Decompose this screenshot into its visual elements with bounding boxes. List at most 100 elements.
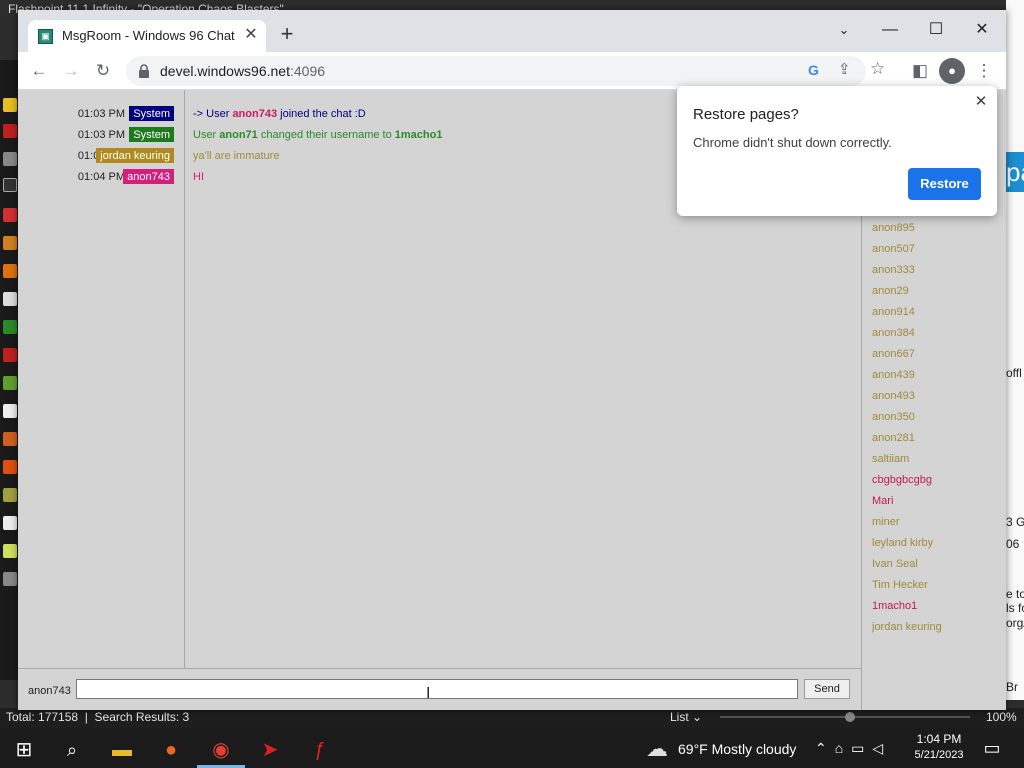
user-list-item[interactable]: Tim Hecker <box>872 579 928 591</box>
amazon-icon <box>3 178 17 192</box>
message-text-part: changed their username to <box>257 129 395 141</box>
tab-msgroom[interactable]: ▣ MsgRoom - Windows 96 Chat ✕ <box>28 20 266 52</box>
app-icon <box>3 124 17 138</box>
chrome-icon[interactable]: ◉ <box>197 732 245 768</box>
msgroom-favicon-icon: ▣ <box>38 29 53 44</box>
app-icon <box>3 460 17 474</box>
dialog-close-icon[interactable]: ✕ <box>971 92 991 112</box>
maximize-icon[interactable]: ☐ <box>919 16 953 44</box>
close-window-icon[interactable]: ✕ <box>965 16 999 44</box>
message-text-part: ya'll are immature <box>193 150 280 162</box>
share-icon[interactable]: ⇪ <box>838 60 851 78</box>
zoom-slider-knob[interactable] <box>845 712 855 722</box>
tab-search-icon[interactable]: ⌄ <box>827 16 861 44</box>
bookmark-star-icon[interactable]: ☆ <box>870 59 885 79</box>
file-explorer-icon[interactable]: ▬ <box>98 732 146 768</box>
app-icon <box>3 152 17 166</box>
reload-icon[interactable]: ↻ <box>90 58 116 84</box>
start-windows-icon[interactable]: ⊞ <box>0 732 48 768</box>
profile-avatar-icon[interactable]: ● <box>939 58 965 84</box>
background-text: offl <box>1006 366 1022 380</box>
message-text: HI <box>193 171 204 183</box>
new-tab-icon[interactable]: + <box>276 23 298 46</box>
user-list-item[interactable]: anon350 <box>872 411 915 423</box>
user-list-item[interactable]: cbgbgbcgbg <box>872 474 932 486</box>
taskbar: ⊞ ⌕ ▬ ● ◉ ➤ ƒ ☁ 69°F Mostly cloudy ⌃⌂▭◁ … <box>0 728 1024 768</box>
user-list-item[interactable]: anon667 <box>872 348 915 360</box>
view-select[interactable]: List ⌄ <box>670 710 702 724</box>
firefox-icon[interactable]: ● <box>147 732 195 768</box>
google-translate-icon[interactable]: G <box>808 62 819 78</box>
clock-time: 1:04 PM <box>916 732 962 746</box>
input-bar: anon743 Send <box>18 668 861 710</box>
notification-icon[interactable]: ▭ <box>980 736 1004 760</box>
background-app-sidebar <box>0 60 18 680</box>
search-icon[interactable]: ⌕ <box>48 732 96 768</box>
message-username-badge[interactable]: System <box>129 127 174 142</box>
app-icon <box>3 488 17 502</box>
restore-pages-dialog: Restore pages? Chrome didn't shut down c… <box>677 86 997 216</box>
message-time: 01:03 PM <box>77 108 125 120</box>
user-list-item[interactable]: anon895 <box>872 222 915 234</box>
app-icon <box>3 348 17 362</box>
user-list-item[interactable]: anon914 <box>872 306 915 318</box>
dialog-message: Chrome didn't shut down correctly. <box>693 135 892 150</box>
app-icon <box>3 292 17 306</box>
weather-cloud-icon[interactable]: ☁ <box>646 736 668 762</box>
weather-text[interactable]: 69°F Mostly cloudy <box>678 741 796 757</box>
tab-close-icon[interactable]: ✕ <box>242 25 260 45</box>
user-list-item[interactable]: miner <box>872 516 900 528</box>
message-text-part: anon743 <box>232 108 278 120</box>
back-icon[interactable]: ← <box>26 58 52 84</box>
forward-icon[interactable]: → <box>58 58 84 84</box>
app-icon <box>3 544 17 558</box>
app-icon <box>3 264 17 278</box>
message-username-badge[interactable]: System <box>129 106 174 121</box>
zoom-level: 100% <box>986 710 1017 724</box>
user-list-item[interactable]: anon493 <box>872 390 915 402</box>
background-status-bar: Total: 177158 | Search Results: 3 List ⌄… <box>0 708 1024 728</box>
user-list-item[interactable]: anon507 <box>872 243 915 255</box>
tab-strip: ▣ MsgRoom - Windows 96 Chat ✕ + ⌄ — ☐ ✕ <box>18 10 1006 52</box>
message-text: ya'll are immature <box>193 150 279 162</box>
lock-icon[interactable] <box>138 64 150 78</box>
message-input[interactable] <box>76 679 798 699</box>
system-tray-icons[interactable]: ⌃⌂▭◁ <box>815 740 891 757</box>
app-icon <box>3 432 17 446</box>
background-window-edge: offl 3 G 06 e to ls fo org/ Br <box>1006 0 1024 700</box>
minimize-icon[interactable]: — <box>873 16 907 44</box>
flash-player-icon[interactable]: ƒ <box>296 732 344 768</box>
message-text: -> User anon743 joined the chat :D <box>193 108 366 120</box>
message-username-badge[interactable]: anon743 <box>123 169 174 184</box>
message-text-part: User <box>193 129 220 141</box>
user-list-item[interactable]: 1macho1 <box>872 600 917 612</box>
user-list-item[interactable]: anon29 <box>872 285 909 297</box>
app-icon <box>3 376 17 390</box>
user-list-item[interactable]: Mari <box>872 495 893 507</box>
address-bar[interactable]: devel.windows96.net:4096 G ⇪ ☆ <box>126 56 885 86</box>
nickname-label[interactable]: anon743 <box>28 685 71 697</box>
clock[interactable]: 1:04 PM 5/21/2023 <box>906 732 972 763</box>
menu-kebab-icon[interactable]: ⋮ <box>971 58 997 84</box>
side-panel-icon[interactable]: ◧ <box>907 58 933 84</box>
restore-button[interactable]: Restore <box>908 168 981 200</box>
user-list-item[interactable]: anon333 <box>872 264 915 276</box>
clock-date: 5/21/2023 <box>914 749 964 761</box>
background-text: 06 <box>1006 537 1020 551</box>
send-button[interactable]: Send <box>804 679 850 699</box>
user-list-item[interactable]: jordan keuring <box>872 621 942 633</box>
message-text-part: joined the chat :D <box>277 108 366 120</box>
user-list-item[interactable]: saltiiam <box>872 453 909 465</box>
browser-window: ▣ MsgRoom - Windows 96 Chat ✕ + ⌄ — ☐ ✕ … <box>18 10 1006 710</box>
user-list-item[interactable]: anon439 <box>872 369 915 381</box>
user-list-item[interactable]: leyland kirby <box>872 537 933 549</box>
user-list-item[interactable]: Ivan Seal <box>872 558 918 570</box>
user-list-item[interactable]: anon281 <box>872 432 915 444</box>
user-list-item[interactable]: anon384 <box>872 327 915 339</box>
status-total-label: Total: 177158 | Search Results: 3 <box>6 710 190 724</box>
background-banner: pa <box>1006 152 1024 192</box>
browser-toolbar: ← → ↻ devel.windows96.net:4096 G ⇪ ☆ ◧ ●… <box>18 52 1006 90</box>
message-username-badge[interactable]: jordan keuring <box>96 148 174 163</box>
message-text-part: anon71 <box>219 129 258 141</box>
flashpoint-icon[interactable]: ➤ <box>246 732 294 768</box>
